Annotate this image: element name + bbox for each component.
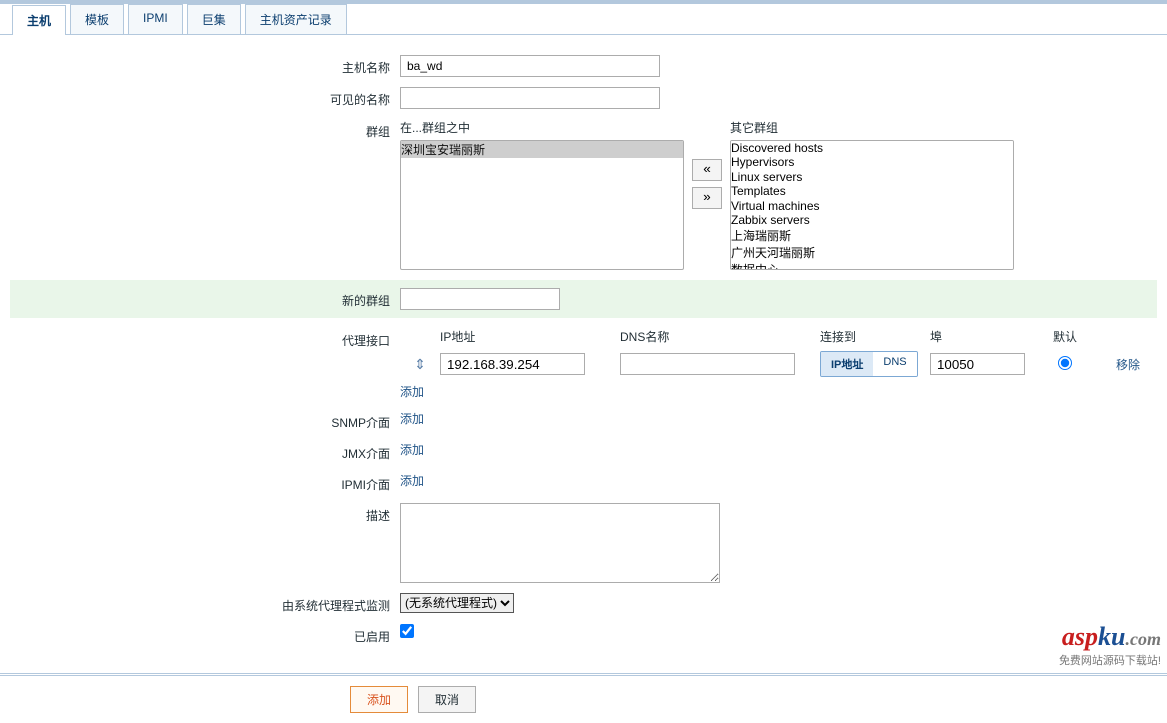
label-monitored-by: 由系统代理程式监测 (10, 593, 400, 614)
ipmi-add-link[interactable]: 添加 (400, 472, 424, 489)
label-ipmi-interface: IPMI介面 (10, 472, 400, 493)
col-dns-header: DNS名称 (620, 328, 820, 345)
move-right-button[interactable]: » (692, 187, 722, 209)
col-connect-header: 连接到 (820, 328, 930, 345)
in-group-option[interactable]: 深圳宝安瑞丽斯 (401, 141, 683, 158)
agent-default-radio[interactable] (1058, 356, 1072, 370)
agent-dns-input[interactable] (620, 353, 795, 375)
connect-to-toggle: IP地址 DNS (820, 351, 918, 377)
other-group-option[interactable]: Virtual machines (731, 199, 1013, 213)
other-groups-listbox[interactable]: Discovered hostsHypervisorsLinux servers… (730, 140, 1014, 270)
agent-ip-input[interactable] (440, 353, 585, 375)
cancel-button[interactable]: 取消 (418, 686, 476, 713)
visiblename-input[interactable] (400, 87, 660, 109)
label-visiblename: 可见的名称 (10, 87, 400, 108)
in-groups-listbox[interactable]: 深圳宝安瑞丽斯 (400, 140, 684, 270)
drag-handle-icon[interactable]: ⇕ (414, 356, 426, 372)
hostname-input[interactable] (400, 55, 660, 77)
agent-add-link[interactable]: 添加 (400, 383, 424, 400)
other-group-option[interactable]: Hypervisors (731, 155, 1013, 169)
label-snmp-interface: SNMP介面 (10, 410, 400, 431)
connect-to-dns-option[interactable]: DNS (873, 352, 916, 376)
tab-macros[interactable]: 巨集 (187, 4, 241, 34)
other-groups-title: 其它群组 (730, 119, 1014, 136)
in-groups-title: 在...群组之中 (400, 119, 684, 136)
col-port-header: 埠 (930, 328, 1040, 345)
other-group-option[interactable]: 上海瑞丽斯 (731, 227, 1013, 244)
other-group-option[interactable]: Zabbix servers (731, 213, 1013, 227)
label-hostname: 主机名称 (10, 55, 400, 76)
host-form: 主机名称 可见的名称 群组 在...群组之中 深圳宝安瑞丽斯 « » (0, 35, 1167, 665)
proxy-select[interactable]: (无系统代理程式) (400, 593, 514, 613)
enabled-checkbox[interactable] (400, 624, 414, 638)
snmp-add-link[interactable]: 添加 (400, 410, 424, 427)
tab-ipmi[interactable]: IPMI (128, 4, 183, 34)
connect-to-ip-option[interactable]: IP地址 (821, 352, 873, 376)
tab-inventory[interactable]: 主机资产记录 (245, 4, 347, 34)
label-newgroup: 新的群组 (10, 288, 400, 309)
label-jmx-interface: JMX介面 (10, 441, 400, 462)
other-group-option[interactable]: Discovered hosts (731, 141, 1013, 155)
other-group-option[interactable]: Linux servers (731, 170, 1013, 184)
agent-port-input[interactable] (930, 353, 1025, 375)
col-default-header: 默认 (1040, 328, 1090, 345)
label-enabled: 已启用 (10, 624, 400, 645)
newgroup-input[interactable] (400, 288, 560, 310)
other-group-option[interactable]: 广州天河瑞丽斯 (731, 244, 1013, 261)
tab-host[interactable]: 主机 (12, 5, 66, 35)
other-group-option[interactable]: 数据中心 (731, 261, 1013, 270)
tab-templates[interactable]: 模板 (70, 4, 124, 34)
tabs-bar: 主机 模板 IPMI 巨集 主机资产记录 (0, 4, 1167, 35)
description-textarea[interactable] (400, 503, 720, 583)
label-description: 描述 (10, 503, 400, 524)
submit-add-button[interactable]: 添加 (350, 686, 408, 713)
col-ip-header: IP地址 (440, 328, 620, 345)
label-agent-interface: 代理接口 (10, 328, 400, 349)
other-group-option[interactable]: Templates (731, 184, 1013, 198)
label-groups: 群组 (10, 119, 400, 140)
jmx-add-link[interactable]: 添加 (400, 441, 424, 458)
move-left-button[interactable]: « (692, 159, 722, 181)
agent-remove-link[interactable]: 移除 (1116, 358, 1140, 372)
